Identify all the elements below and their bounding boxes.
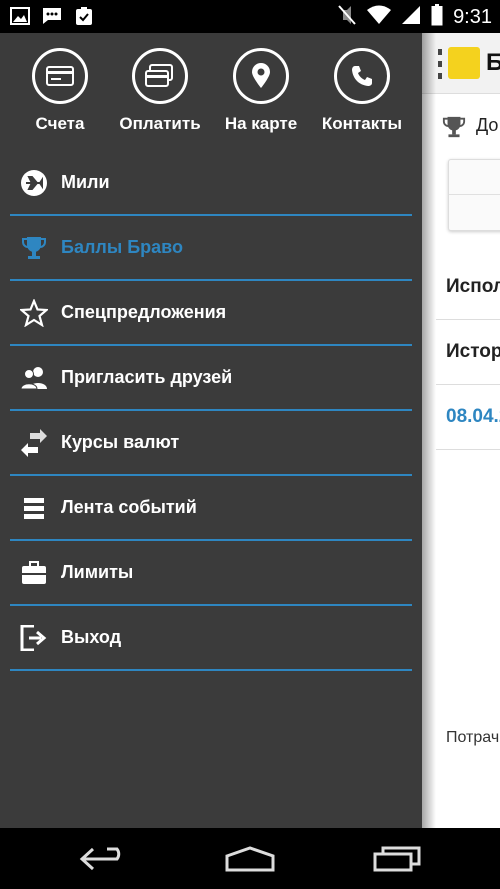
app-title: Б [486, 49, 500, 76]
menu-item-label: Баллы Браво [61, 237, 183, 257]
home-icon [225, 846, 275, 872]
spent-label: Потрач [446, 729, 500, 746]
history-row[interactable]: Истор [436, 320, 500, 385]
status-time: 9:31 [453, 6, 492, 28]
recents-icon [373, 846, 421, 872]
system-nav-bar [0, 828, 500, 889]
payment-card-icon [132, 48, 188, 104]
chat-icon [42, 6, 62, 26]
drawer-menu: Мили Баллы Браво Спецпредложения Приглас… [0, 151, 422, 671]
quick-action-label: На карте [224, 114, 298, 133]
trophy-icon [20, 234, 48, 262]
list-icon [20, 494, 48, 522]
star-icon [20, 298, 48, 327]
briefcase-icon [20, 559, 48, 587]
exchange-icon [20, 428, 48, 457]
menu-item-label: Выход [61, 627, 122, 647]
people-icon [20, 364, 48, 392]
history-date-row[interactable]: 08.04.20 [436, 385, 500, 450]
image-icon [10, 6, 30, 26]
phone-icon [334, 48, 390, 104]
menu-item-label: Спецпредложения [61, 302, 227, 322]
drawer-shadow [422, 33, 436, 828]
map-pin-icon [233, 48, 289, 104]
row-label: Истор [446, 341, 500, 362]
quick-action-label: Оплатить [119, 114, 201, 133]
menu-item-invite-friends[interactable]: Пригласить друзей [10, 346, 412, 411]
menu-item-label: Курсы валют [61, 432, 180, 452]
card-icon [32, 48, 88, 104]
menu-item-label: Мили [61, 172, 110, 192]
home-button[interactable] [225, 844, 275, 874]
quick-action-contacts[interactable]: Контакты [312, 48, 412, 134]
bank-logo [448, 47, 480, 79]
menu-item-label: Пригласить друзей [61, 367, 233, 387]
clipboard-check-icon [74, 6, 94, 26]
history-date: 08.04.20 [446, 406, 500, 427]
recents-button[interactable] [372, 844, 422, 874]
main-content: Б До Испол Истор 08.04.20 Потрач [422, 33, 500, 828]
navigation-drawer: Счета Оплатить На карте Контакты Мили Ба… [0, 33, 422, 828]
points-card[interactable] [448, 159, 500, 231]
used-points-row[interactable]: Испол [436, 255, 500, 320]
menu-item-event-feed[interactable]: Лента событий [10, 476, 412, 541]
quick-action-label: Счета [35, 114, 85, 133]
quick-action-label: Контакты [321, 114, 403, 133]
quick-actions: Счета Оплатить На карте Контакты [0, 48, 422, 158]
menu-item-label: Лимиты [61, 562, 134, 582]
plane-icon [20, 169, 48, 197]
quick-action-map[interactable]: На карте [211, 48, 311, 134]
back-button[interactable] [78, 844, 128, 874]
back-arrow-icon [79, 847, 121, 871]
status-bar: 9:31 [0, 0, 500, 33]
menu-item-miles[interactable]: Мили [10, 151, 412, 216]
trophy-icon [442, 115, 466, 144]
menu-item-label: Лента событий [61, 497, 197, 517]
quick-action-accounts[interactable]: Счета [10, 48, 110, 134]
wifi-icon [367, 5, 392, 30]
row-label: Испол [446, 276, 500, 297]
menu-item-special-offers[interactable]: Спецпредложения [10, 281, 412, 346]
battery-icon [431, 4, 443, 31]
menu-item-logout[interactable]: Выход [10, 606, 412, 671]
menu-item-exchange-rates[interactable]: Курсы валют [10, 411, 412, 476]
menu-item-limits[interactable]: Лимиты [10, 541, 412, 606]
section-label: До [476, 115, 499, 135]
logout-icon [20, 624, 48, 652]
mute-icon [337, 4, 357, 31]
drawer-toggle-icon[interactable] [438, 49, 442, 79]
quick-action-pay[interactable]: Оплатить [110, 48, 210, 134]
menu-item-bravo-points[interactable]: Баллы Браво [10, 216, 412, 281]
signal-icon [401, 5, 421, 30]
